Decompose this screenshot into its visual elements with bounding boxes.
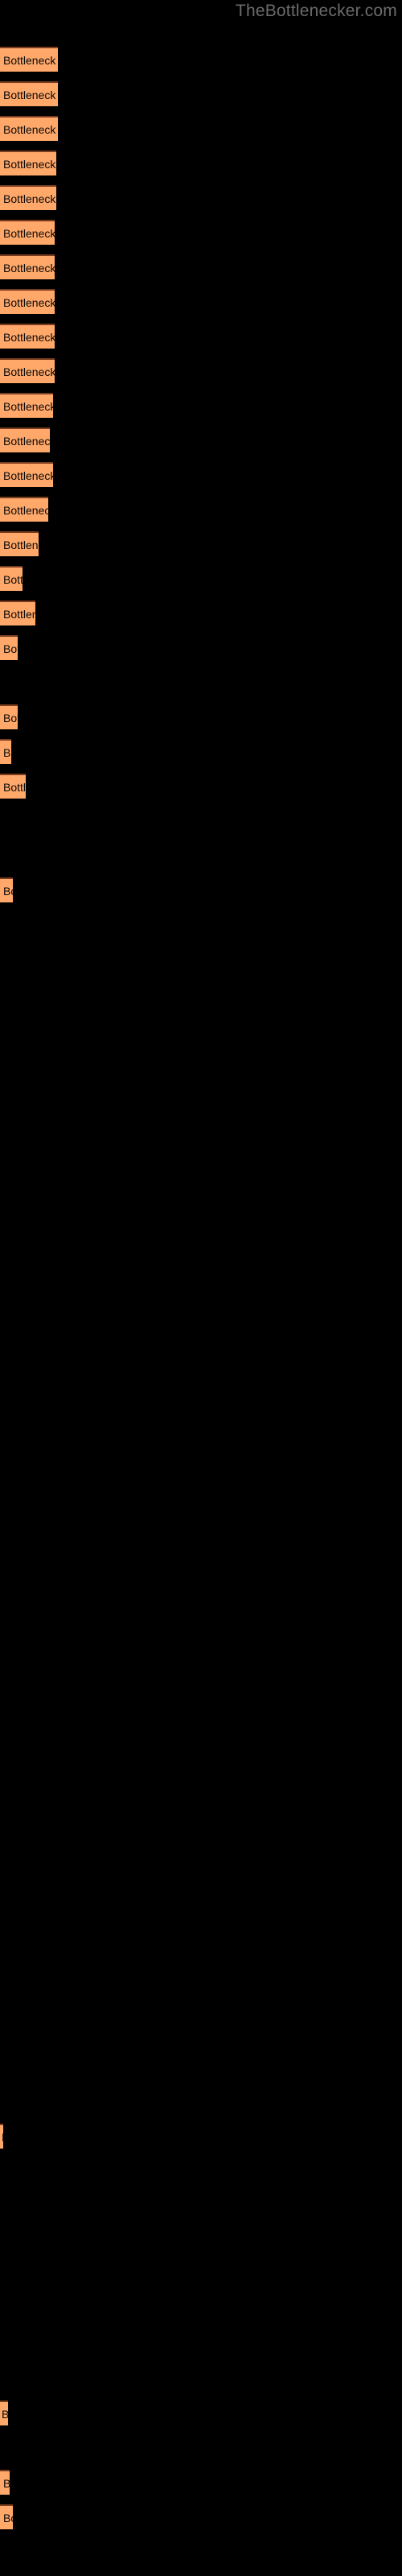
bar-label: Bottleneck result xyxy=(3,2511,13,2524)
bar-row[interactable]: Bottleneck result xyxy=(0,635,18,660)
bar-label: Bottleneck result xyxy=(3,434,50,448)
bar-row[interactable]: Bottleneck result xyxy=(0,739,11,764)
bar-label: Bottleneck result xyxy=(3,572,23,586)
bar-row[interactable]: Bottleneck result xyxy=(0,81,58,106)
bar-row[interactable]: Bottleneck result xyxy=(0,185,56,210)
bar-label: Bottleneck result xyxy=(3,157,56,171)
bar-label: Bottleneck result xyxy=(3,503,48,517)
bar-label: Bottleneck result xyxy=(3,884,13,898)
bar-row[interactable]: Bottleneck result xyxy=(0,2124,3,2149)
bar-label: Bottleneck result xyxy=(3,711,18,724)
bar-row[interactable]: Bottleneck result xyxy=(0,877,13,902)
site-watermark: TheBottlenecker.com xyxy=(235,2,397,20)
bar-label: Bottleneck result xyxy=(3,538,39,551)
bar-row[interactable]: Bottleneck result xyxy=(0,2470,10,2495)
bar-label: Bottleneck result xyxy=(3,192,56,205)
bar-label: Bottleneck result xyxy=(3,745,11,759)
bar-label: Bottleneck result xyxy=(3,295,55,309)
bar-row[interactable]: Bottleneck result xyxy=(0,2401,8,2425)
bar-row[interactable]: Bottleneck result xyxy=(0,462,53,487)
bar-row[interactable]: Bottleneck result xyxy=(0,220,55,245)
bar-row[interactable]: Bottleneck result xyxy=(0,393,53,418)
bar-label: Bottleneck result xyxy=(3,365,55,378)
bar-label: Bottleneck result xyxy=(2,2131,3,2144)
bar-label: Bottleneck result xyxy=(3,88,58,101)
bar-row[interactable]: Bottleneck result xyxy=(0,427,50,452)
bar-row[interactable]: Bottleneck result xyxy=(0,2504,13,2529)
bar-label: Bottleneck result xyxy=(3,607,35,621)
bar-label: Bottleneck result xyxy=(3,2477,10,2490)
bar-row[interactable]: Bottleneck result xyxy=(0,704,18,729)
bar-label: Bottleneck result xyxy=(3,399,53,413)
bar-row[interactable]: Bottleneck result xyxy=(0,566,23,591)
bar-row[interactable]: Bottleneck result xyxy=(0,289,55,314)
bar-row[interactable]: Bottleneck result xyxy=(0,324,55,349)
bar-label: Bottleneck result xyxy=(3,330,55,344)
bar-chart: TheBottlenecker.com Bottleneck result Bot… xyxy=(0,0,402,2576)
bar-row[interactable]: Bottleneck result xyxy=(0,47,58,72)
bar-row[interactable]: Bottleneck result xyxy=(0,151,56,175)
bar-row[interactable]: Bottleneck result xyxy=(0,774,26,799)
bar-label: Bottleneck result xyxy=(3,122,58,136)
bar-label: Bottleneck result xyxy=(3,226,55,240)
bar-label: Bottleneck result xyxy=(3,642,18,655)
bar-label: Bottleneck result xyxy=(3,780,26,794)
bar-row[interactable]: Bottleneck result xyxy=(0,601,35,625)
bar-label: Bottleneck result xyxy=(3,261,55,275)
bar-row[interactable]: Bottleneck result xyxy=(0,254,55,279)
bar-label: Bottleneck result xyxy=(3,53,58,67)
bar-row[interactable]: Bottleneck result xyxy=(0,358,55,383)
bar-label: Bottleneck result xyxy=(2,2408,8,2421)
bar-label: Bottleneck result xyxy=(3,469,53,482)
bar-row[interactable]: Bottleneck result xyxy=(0,497,48,522)
bar-row[interactable]: Bottleneck result xyxy=(0,531,39,556)
bar-row[interactable]: Bottleneck result xyxy=(0,116,58,141)
